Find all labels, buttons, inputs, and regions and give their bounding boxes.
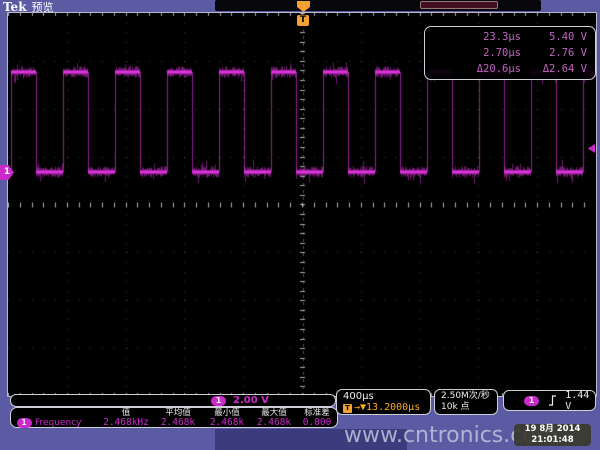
measurement-header-spacer1 (13, 409, 35, 418)
measurement-row: 1 Frequency 2.468kHz 2.468k 2.468k 2.468… (13, 418, 337, 428)
cursor-delta-time: Δ20.6µs (425, 63, 521, 75)
channel1-bar[interactable]: 1 2.00 V (10, 394, 336, 407)
cursor-b-volt: 2.76 V (521, 47, 587, 59)
acquisition-panel[interactable]: 2.50M次/秒 10k 点 (434, 389, 498, 415)
cursor-delta-row: Δ20.6µs Δ2.64 V (425, 63, 587, 75)
measurement-stddev: 0.000 (297, 418, 337, 428)
trigger-slope-rising-icon (548, 394, 556, 407)
trigger-t-badge: T (297, 15, 309, 26)
timebase-scale: 400µs (343, 391, 430, 402)
time-text: 21:01:48 (514, 435, 591, 446)
cursor-readout-panel: 23.3µs 5.40 V 2.70µs 2.76 V Δ20.6µs Δ2.6… (424, 26, 596, 80)
measurement-max: 2.468k (251, 418, 297, 428)
trigger-t-icon: T (343, 404, 352, 413)
oscilloscope-screen: Tek 预览 T 23.3µs 5.40 V 2.70µs 2.76 V Δ20… (0, 0, 600, 450)
trigger-position-readout: T →▼13.2000µs (343, 403, 430, 413)
date-text: 19 8月 2014 (514, 424, 591, 435)
measurement-min: 2.468k (203, 418, 251, 428)
measurement-name: Frequency (35, 418, 99, 428)
measurement-panel: 值 平均值 最小值 最大值 标准差 1 Frequency 2.468kHz 2… (10, 407, 338, 428)
measurement-value: 2.468kHz (99, 418, 153, 428)
sample-rate: 2.50M次/秒 (441, 391, 497, 402)
measurement-header-spacer2 (35, 409, 99, 418)
trigger-level: 1.44 V (565, 390, 595, 412)
cursor-a-time: 23.3µs (425, 31, 521, 43)
cursor-delta-volt: Δ2.64 V (521, 63, 587, 75)
cursor-a-volt: 5.40 V (521, 31, 587, 43)
trigger-position-value: →▼13.2000µs (354, 403, 420, 413)
measurement-channel-badge: 1 (17, 418, 32, 428)
channel1-badge: 1 (211, 396, 226, 406)
cursor-b-time: 2.70µs (425, 47, 521, 59)
graticule: T 23.3µs 5.40 V 2.70µs 2.76 V Δ20.6µs Δ2… (7, 12, 597, 397)
channel1-scale: 2.00 V (233, 395, 269, 406)
datetime-panel: 19 8月 2014 21:01:48 (514, 424, 591, 446)
cursor-row-a: 23.3µs 5.40 V (425, 31, 587, 43)
cursor-row-b: 2.70µs 2.76 V (425, 47, 587, 59)
measurement-channel-badge-cell: 1 (13, 418, 35, 428)
timebase-panel[interactable]: 400µs T →▼13.2000µs (336, 389, 431, 415)
acquisition-status-indicator (420, 1, 498, 9)
measurement-mean: 2.468k (153, 418, 203, 428)
trigger-channel-badge: 1 (524, 396, 539, 406)
record-length: 10k 点 (441, 402, 497, 413)
trigger-panel[interactable]: 1 1.44 V (503, 390, 596, 411)
